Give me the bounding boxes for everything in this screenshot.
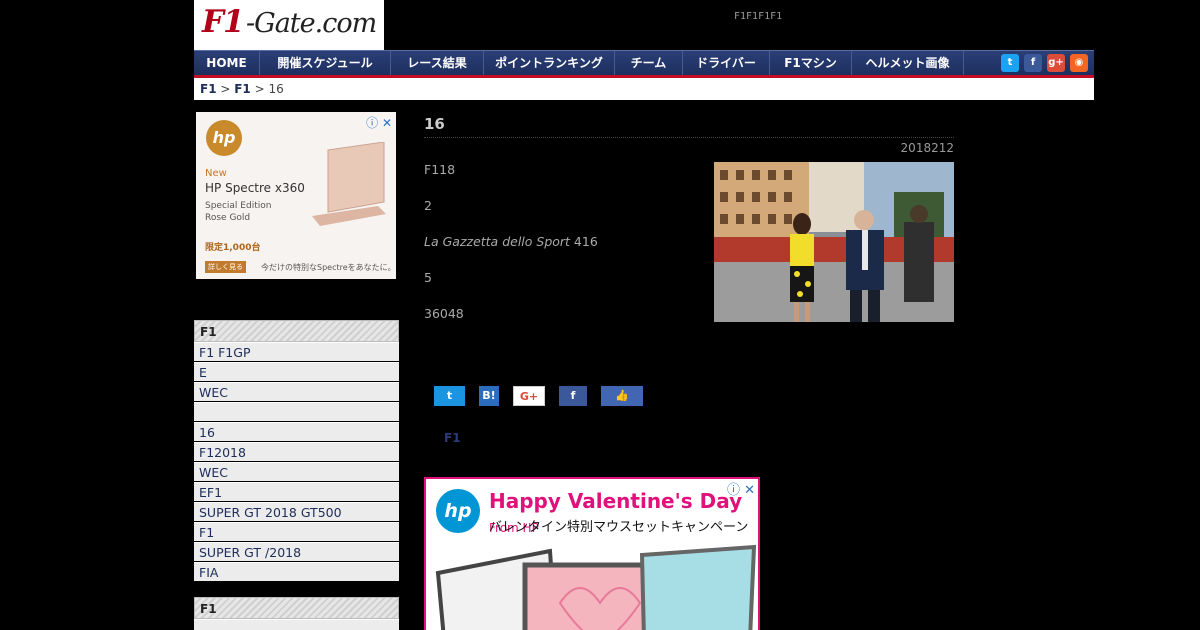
sidebar-item[interactable]: F12018 <box>194 442 399 462</box>
breadcrumb-current: 16 <box>268 82 284 96</box>
sidebar-item[interactable] <box>194 619 399 630</box>
sidebar-item[interactable]: F1 F1GP <box>194 342 399 362</box>
main-navbar: HOME 開催スケジュール レース結果 ポイントランキング チーム ドライバー … <box>194 50 1094 75</box>
nav-item-drivers[interactable]: ドライバー <box>683 51 770 75</box>
hp-logo-icon: hp <box>436 489 480 533</box>
sidebar-item[interactable]: WEC <box>194 382 399 402</box>
logo-gate-text: -Gate.com <box>246 8 377 39</box>
facebook-icon[interactable]: f <box>1024 54 1042 72</box>
main-ad-banner[interactable]: hp ⓘ ✕ Happy Valentine's Day From HP バレン… <box>424 477 760 630</box>
article-paragraph: La Gazzetta dello Sport 416 <box>424 234 598 249</box>
sidebar-heading: F1 <box>194 320 399 342</box>
share-hatena-button[interactable]: B! <box>479 386 499 406</box>
source-name: La Gazzetta dello Sport <box>424 234 570 249</box>
nav-item-ranking[interactable]: ポイントランキング <box>484 51 615 75</box>
site-logo[interactable]: F1 -Gate.com <box>194 0 384 50</box>
sidebar-secondary-box: F1 <box>194 597 399 630</box>
ad-product-name: HP Spectre x360 <box>205 181 305 195</box>
article-title: 16 <box>424 112 954 138</box>
article-date: 2018212 <box>900 141 954 155</box>
sidebar-item[interactable]: SUPER GT /2018 <box>194 542 399 562</box>
nav-item-helmets[interactable]: ヘルメット画像 <box>852 51 964 75</box>
article-paragraph: F118 <box>424 162 456 177</box>
ad-edition: Special Edition Rose Gold <box>205 201 272 223</box>
nav-item-schedule[interactable]: 開催スケジュール <box>260 51 391 75</box>
share-facebook-button[interactable]: f <box>559 386 587 406</box>
nav-item-teams[interactable]: チーム <box>615 51 683 75</box>
sidebar-item[interactable]: F1 <box>194 522 399 542</box>
article-paragraph: 2 <box>424 198 432 213</box>
breadcrumb-separator: > <box>216 82 235 96</box>
sidebar-heading: F1 <box>194 597 399 619</box>
twitter-icon[interactable]: t <box>1001 54 1019 72</box>
sidebar-item[interactable]: 16 <box>194 422 399 442</box>
sidebar-list: F1 F1GP E WEC 16 F12018 WEC EF1 SUPER GT… <box>194 342 399 582</box>
breadcrumb-link-category[interactable]: F1 <box>234 82 251 96</box>
sidebar-ad-banner[interactable]: hp ⓘ ✕ New HP Spectre x360 Special Editi… <box>196 112 396 279</box>
ad-choices-icon[interactable]: ⓘ ✕ <box>366 114 392 131</box>
sidebar-item[interactable]: WEC <box>194 462 399 482</box>
sidebar-item[interactable]: FIA <box>194 562 399 582</box>
ad-new-label: New <box>205 168 227 179</box>
sidebar-category-box: F1 F1 F1GP E WEC 16 F12018 WEC EF1 SUPER… <box>194 320 399 582</box>
ad-limited-label: 限定1,000台 <box>205 243 261 253</box>
like-button[interactable]: 👍 <box>601 386 643 406</box>
ad-tagline: 今だけの特別なSpectreをあなたに。 <box>261 263 396 272</box>
ad-subline: バレンタイン特別マウスセットキャンペーン <box>489 520 749 535</box>
article-paragraph: 5 <box>424 270 432 285</box>
sidebar-item[interactable]: E <box>194 362 399 382</box>
social-links: t f g+ ◉ <box>1001 54 1088 72</box>
share-gplus-button[interactable]: G+ <box>513 386 545 406</box>
sidebar-item[interactable]: SUPER GT 2018 GT500 <box>194 502 399 522</box>
sidebar-item[interactable]: EF1 <box>194 482 399 502</box>
breadcrumb: F1 > F1 > 16 <box>194 78 1094 100</box>
category-tag-link[interactable]: F1 <box>444 431 461 445</box>
article-photo[interactable] <box>714 162 954 322</box>
logo-f1-text: F1 <box>202 4 245 40</box>
article: 16 2018212 F118 2 La Gazzetta dello Spor… <box>424 112 954 630</box>
nav-item-results[interactable]: レース結果 <box>391 51 484 75</box>
nav-item-machines[interactable]: F1マシン <box>770 51 852 75</box>
ad-cta-button[interactable]: 詳しく見る <box>205 261 246 273</box>
googleplus-icon[interactable]: g+ <box>1047 54 1065 72</box>
site-tagline: F1F1F1F1 <box>734 11 783 22</box>
share-twitter-button[interactable]: t <box>434 386 465 406</box>
breadcrumb-link-home[interactable]: F1 <box>200 82 217 96</box>
rss-icon[interactable]: ◉ <box>1070 54 1088 72</box>
article-paragraph: 36048 <box>424 306 464 321</box>
sidebar-item[interactable] <box>194 402 399 422</box>
hp-logo-icon: hp <box>206 120 242 156</box>
laptops-image <box>435 544 757 630</box>
page-wrapper: F1 -Gate.com F1F1F1F1 HOME 開催スケジュール レース結… <box>194 0 1094 630</box>
nav-item-home[interactable]: HOME <box>194 51 260 75</box>
laptop-image <box>312 142 386 226</box>
breadcrumb-separator: > <box>250 82 269 96</box>
